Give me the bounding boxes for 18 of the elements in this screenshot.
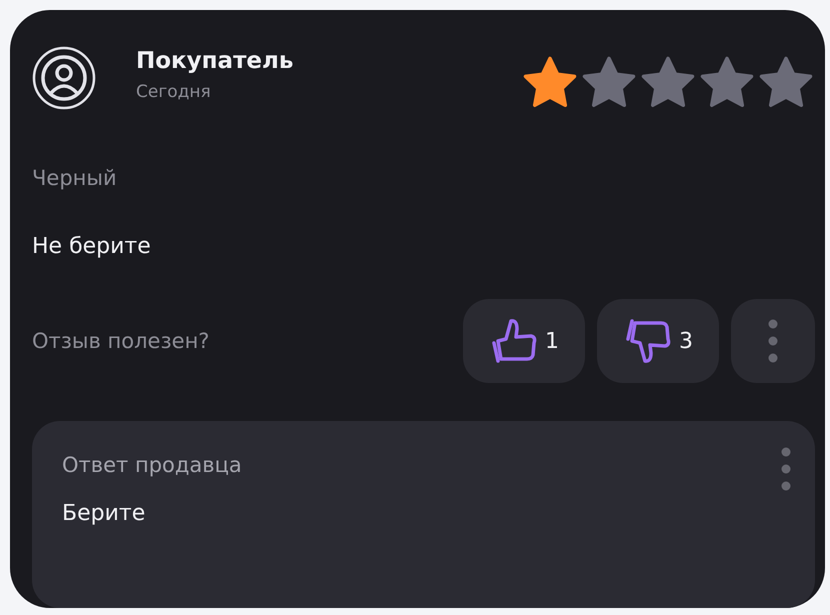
star-icon xyxy=(698,54,756,110)
star-icon xyxy=(580,54,638,110)
star-icon xyxy=(639,54,697,110)
review-text: Не берите xyxy=(32,234,152,259)
more-icon xyxy=(768,319,778,363)
review-date: Сегодня xyxy=(136,82,212,102)
user-avatar-icon xyxy=(32,46,96,110)
more-button[interactable] xyxy=(731,299,815,383)
helpful-question: Отзыв полезен? xyxy=(32,329,210,353)
star-icon xyxy=(521,54,579,110)
seller-reply-title: Ответ продавца xyxy=(62,453,243,477)
star-icon xyxy=(757,54,815,110)
dislike-button[interactable]: 3 xyxy=(597,299,719,383)
author-name: Покупатель xyxy=(136,48,294,74)
product-variant: Черный xyxy=(32,166,118,190)
seller-reply-text: Берите xyxy=(62,501,146,526)
like-button[interactable]: 1 xyxy=(463,299,585,383)
more-icon xyxy=(781,447,791,491)
